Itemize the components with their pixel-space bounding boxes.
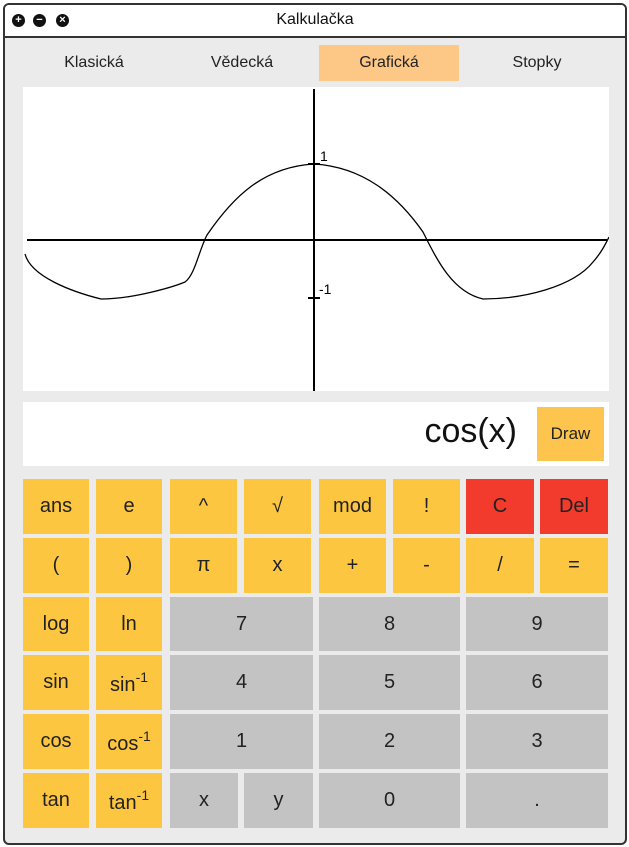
key-arcsin[interactable]: sin-1	[96, 655, 162, 710]
key-minus[interactable]: -	[393, 538, 460, 593]
tab-klasicka[interactable]: Klasická	[24, 45, 164, 81]
arctan-label: tan	[108, 791, 137, 814]
key-mod[interactable]: mod	[319, 479, 386, 534]
mode-tabs: Klasická Vědecká Grafická Stopky	[5, 43, 625, 81]
tab-vedecka[interactable]: Vědecká	[172, 45, 312, 81]
key-digit-9[interactable]: 9	[466, 597, 608, 651]
key-plus[interactable]: +	[319, 538, 386, 593]
key-decimal[interactable]: .	[466, 773, 608, 828]
key-var-x[interactable]: x	[244, 538, 311, 593]
tab-graficka[interactable]: Grafická	[319, 45, 459, 81]
key-power[interactable]: ^	[170, 479, 237, 534]
window-title: Kalkulačka	[276, 11, 354, 28]
key-digit-0[interactable]: 0	[319, 773, 460, 828]
calculator-window: + − × Kalkulačka Klasická Vědecká Grafic…	[3, 3, 627, 845]
key-divide[interactable]: /	[466, 538, 534, 593]
key-y[interactable]: y	[244, 773, 313, 828]
key-digit-2[interactable]: 2	[319, 714, 460, 769]
arctan-superscript: -1	[136, 786, 150, 803]
draw-button[interactable]: Draw	[537, 407, 604, 461]
key-sin[interactable]: sin	[23, 655, 89, 710]
arcsin-superscript: -1	[135, 668, 149, 685]
key-cos[interactable]: cos	[23, 714, 89, 769]
expression-display: cos(x) Draw	[23, 402, 609, 466]
key-ln[interactable]: ln	[96, 597, 162, 651]
title-bar: + − × Kalkulačka	[5, 5, 625, 38]
key-sqrt[interactable]: √	[244, 479, 311, 534]
arccos-superscript: -1	[138, 727, 151, 744]
key-digit-3[interactable]: 3	[466, 714, 608, 769]
expression-text: cos(x)	[424, 412, 517, 450]
key-log[interactable]: log	[23, 597, 89, 651]
key-x[interactable]: x	[170, 773, 238, 828]
key-pi[interactable]: π	[170, 538, 237, 593]
key-digit-4[interactable]: 4	[170, 655, 313, 710]
tick-label-max: 1	[320, 148, 328, 164]
key-digit-5[interactable]: 5	[319, 655, 460, 710]
key-ans[interactable]: ans	[23, 479, 89, 534]
key-clear[interactable]: C	[466, 479, 534, 534]
arcsin-label: sin	[109, 673, 136, 696]
key-digit-7[interactable]: 7	[170, 597, 313, 651]
key-digit-6[interactable]: 6	[466, 655, 608, 710]
cosine-curve	[24, 163, 609, 300]
key-close-paren[interactable]: )	[96, 538, 162, 593]
key-digit-8[interactable]: 8	[319, 597, 460, 651]
graph-plot: 1 -1	[24, 89, 609, 391]
tab-stopky[interactable]: Stopky	[467, 45, 607, 81]
key-tan[interactable]: tan	[23, 773, 89, 828]
key-equals[interactable]: =	[540, 538, 608, 593]
key-digit-1[interactable]: 1	[170, 714, 313, 769]
graph-canvas[interactable]: 1 -1	[23, 87, 609, 391]
key-e[interactable]: e	[96, 479, 162, 534]
key-delete[interactable]: Del	[540, 479, 608, 534]
key-arctan[interactable]: tan-1	[96, 773, 162, 828]
key-factorial[interactable]: !	[393, 479, 460, 534]
key-arccos[interactable]: cos-1	[96, 714, 162, 769]
arccos-label: cos	[107, 732, 139, 755]
tick-label-min: -1	[319, 281, 332, 297]
key-open-paren[interactable]: (	[23, 538, 89, 593]
